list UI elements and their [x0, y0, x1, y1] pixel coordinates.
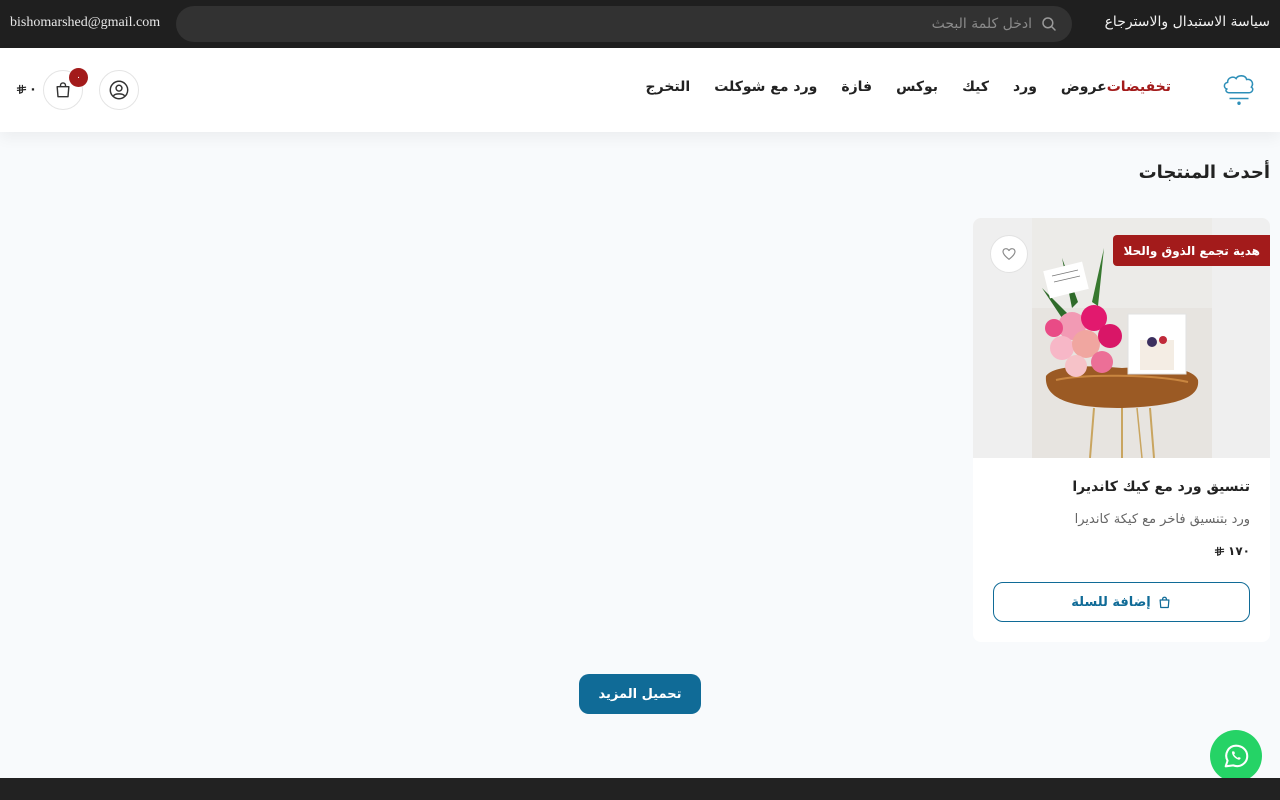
nav-item-vase[interactable]: فازة: [841, 79, 872, 95]
heart-icon: [1002, 248, 1016, 260]
add-to-cart-button[interactable]: إضافة للسلة: [993, 582, 1250, 622]
nav-item-graduation[interactable]: التخرج: [646, 79, 691, 95]
search-bar[interactable]: [176, 6, 1072, 42]
latest-products-title: أحدث المنتجات: [1138, 162, 1270, 183]
whatsapp-icon: [1224, 744, 1249, 768]
footer: [0, 778, 1280, 800]
add-to-cart-label: إضافة للسلة: [1071, 594, 1151, 610]
nav-item-flowers[interactable]: ورد: [1013, 79, 1037, 95]
nav-item-flowers-chocolate[interactable]: ورد مع شوكلت: [714, 79, 817, 95]
logo-icon[interactable]: [1220, 70, 1258, 108]
account-button[interactable]: [99, 70, 139, 110]
search-icon[interactable]: [1040, 15, 1058, 33]
promo-badge: هدية تجمع الذوق والحلا: [1113, 235, 1270, 266]
cart-count-badge: ٠: [69, 68, 88, 87]
cart-total-value: ٠: [29, 82, 37, 97]
main-header: تخفيضات عروض ورد كيك بوكس فازة ورد مع شو…: [0, 48, 1280, 132]
nav-item-offers[interactable]: عروض: [1061, 79, 1107, 95]
load-more-button[interactable]: تحميل المزيد: [579, 674, 701, 714]
product-description: ورد بتنسيق فاخر مع كيكة كانديرا: [1074, 512, 1250, 527]
wishlist-button[interactable]: [990, 235, 1028, 273]
search-input[interactable]: [212, 6, 1032, 42]
riyal-icon: [16, 84, 27, 94]
product-title[interactable]: تنسيق ورد مع كيك كانديرا: [1072, 479, 1250, 495]
nav-item-cake[interactable]: كيك: [962, 79, 989, 95]
return-policy-link[interactable]: سياسة الاستبدال والاسترجاع: [1105, 14, 1270, 30]
contact-email[interactable]: bishomarshed@gmail.com: [10, 15, 160, 31]
product-price: ١٧٠: [1214, 544, 1250, 558]
product-card[interactable]: هدية تجمع الذوق والحلا تنسيق ورد مع كيك …: [973, 218, 1270, 642]
nav-item-discounts[interactable]: تخفيضات: [1107, 79, 1171, 95]
top-bar: سياسة الاستبدال والاسترجاع bishomarshed@…: [0, 0, 1280, 48]
whatsapp-button[interactable]: [1210, 730, 1262, 782]
nav-item-box[interactable]: بوكس: [896, 79, 938, 95]
riyal-icon: [1214, 546, 1225, 556]
cart-total: ٠: [16, 82, 37, 97]
product-price-value: ١٧٠: [1228, 544, 1250, 558]
main-nav: تخفيضات عروض ورد كيك بوكس فازة ورد مع شو…: [622, 79, 1171, 95]
shopping-bag-icon: [1159, 596, 1170, 608]
user-icon: [109, 80, 129, 100]
